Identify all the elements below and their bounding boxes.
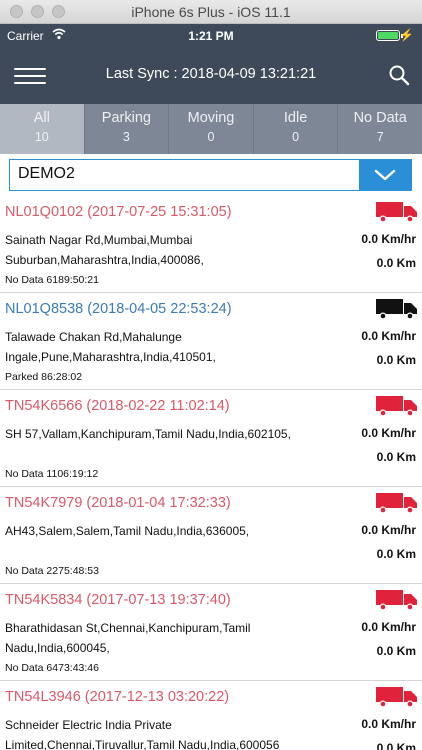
charging-icon: ⚡ <box>399 28 414 42</box>
vehicle-list-item[interactable]: NL01Q0102 (2017-07-25 15:31:05) Sainath … <box>0 196 422 293</box>
vehicle-title: TN54K6566 (2018-02-22 11:02:14) <box>5 398 230 414</box>
vehicle-title: TN54K5834 (2017-07-13 19:37:40) <box>5 592 231 608</box>
vehicle-list-item[interactable]: TN54L3946 (2017-12-13 03:20:22) Schneide… <box>0 681 422 750</box>
tab-moving[interactable]: Moving 0 <box>169 104 254 154</box>
vehicle-address: SH 57,Vallam,Kanchipuram,Tamil Nadu,Indi… <box>5 427 291 441</box>
tab-count: 0 <box>292 130 300 144</box>
tab-parking[interactable]: Parking 3 <box>85 104 170 154</box>
search-icon[interactable] <box>388 64 410 86</box>
status-time: 1:21 PM <box>188 29 234 43</box>
vehicle-distance: 0.0 Km <box>376 644 416 658</box>
truck-icon <box>376 493 417 514</box>
vehicle-title: TN54L3946 (2017-12-13 03:20:22) <box>5 689 230 705</box>
tab-count: 7 <box>376 130 384 144</box>
tab-count: 10 <box>34 130 49 144</box>
tab-idle[interactable]: Idle 0 <box>254 104 339 154</box>
vehicle-distance: 0.0 Km <box>376 547 416 561</box>
status-bar: Carrier 1:21 PM ⚡ <box>0 24 422 46</box>
vehicle-distance: 0.0 Km <box>376 450 416 464</box>
status-filter-tabs: All 10 Parking 3 Moving 0 Idle 0 No Data… <box>0 104 422 154</box>
truck-icon <box>376 687 417 708</box>
vehicle-distance: 0.0 Km <box>376 256 416 270</box>
tab-count: 0 <box>207 130 215 144</box>
vehicle-list-item[interactable]: TN54K7979 (2018-01-04 17:32:33) AH43,Sal… <box>0 487 422 584</box>
vehicle-list-item[interactable]: TN54K5834 (2017-07-13 19:37:40) Bharathi… <box>0 584 422 681</box>
vehicle-speed: 0.0 Km/hr <box>361 232 416 246</box>
vehicle-group-select[interactable]: DEMO2 <box>9 159 412 191</box>
vehicle-status: No Data 6189:50:21 <box>5 274 99 286</box>
app-header: Carrier 1:21 PM ⚡ Last Sync : 2018-04-09… <box>0 24 422 104</box>
vehicle-speed: 0.0 Km/hr <box>361 426 416 440</box>
vehicle-title: TN54K7979 (2018-01-04 17:32:33) <box>5 495 231 511</box>
battery-icon <box>376 30 403 41</box>
last-sync-label: Last Sync : 2018-04-09 13:21:21 <box>105 66 317 82</box>
vehicle-list: NL01Q0102 (2017-07-25 15:31:05) Sainath … <box>0 196 422 750</box>
tab-label: Parking <box>101 110 151 126</box>
truck-icon <box>376 299 417 320</box>
vehicle-address: Talawade Chakan Rd,Mahalunge Ingale,Pune… <box>5 330 216 364</box>
vehicle-distance: 0.0 Km <box>376 353 416 367</box>
truck-icon <box>376 202 417 223</box>
window-title: iPhone 6s Plus - iOS 11.1 <box>131 4 291 20</box>
dropdown-button[interactable] <box>359 160 411 190</box>
vehicle-group-value: DEMO2 <box>18 165 75 182</box>
truck-icon <box>376 396 417 417</box>
vehicle-speed: 0.0 Km/hr <box>361 717 416 731</box>
vehicle-address: Bharathidasan St,Chennai,Kanchipuram,Tam… <box>5 621 251 655</box>
vehicle-address: Schneider Electric India Private Limited… <box>5 718 280 750</box>
vehicle-status: No Data 1106:19:12 <box>5 468 99 480</box>
vehicle-speed: 0.0 Km/hr <box>361 329 416 343</box>
vehicle-status: No Data 2275:48:53 <box>5 565 99 577</box>
simulator-title-bar: iPhone 6s Plus - iOS 11.1 <box>0 0 422 24</box>
vehicle-list-item[interactable]: TN54K6566 (2018-02-22 11:02:14) SH 57,Va… <box>0 390 422 487</box>
vehicle-speed: 0.0 Km/hr <box>361 620 416 634</box>
tab-label: No Data <box>353 110 407 126</box>
vehicle-address: AH43,Salem,Salem,Tamil Nadu,India,636005… <box>5 524 250 538</box>
vehicle-list-item[interactable]: NL01Q8538 (2018-04-05 22:53:24) Talawade… <box>0 293 422 390</box>
vehicle-title: NL01Q8538 (2018-04-05 22:53:24) <box>5 301 232 317</box>
vehicle-address: Sainath Nagar Rd,Mumbai,Mumbai Suburban,… <box>5 233 204 267</box>
vehicle-distance: 0.0 Km <box>376 741 416 750</box>
vehicle-status: Parked 86:28:02 <box>5 371 83 383</box>
vehicle-speed: 0.0 Km/hr <box>361 523 416 537</box>
tab-label: Idle <box>283 110 308 126</box>
tab-label: All <box>33 110 50 126</box>
tab-all[interactable]: All 10 <box>0 104 85 154</box>
tab-no-data[interactable]: No Data 7 <box>338 104 422 154</box>
tab-label: Moving <box>187 110 235 126</box>
truck-icon <box>376 590 417 611</box>
vehicle-title: NL01Q0102 (2017-07-25 15:31:05) <box>5 204 232 220</box>
chevron-down-icon <box>374 169 396 181</box>
vehicle-status: No Data 6473:43:46 <box>5 662 99 674</box>
tab-count: 3 <box>122 130 130 144</box>
